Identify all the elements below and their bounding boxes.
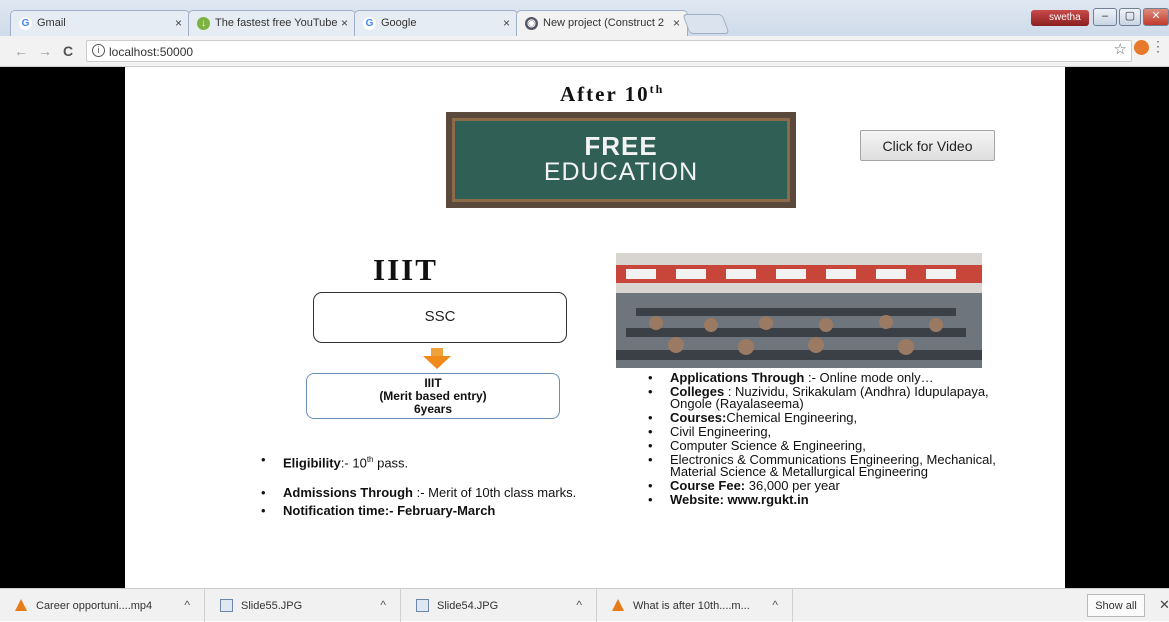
construct-icon: ◉ [525,17,538,30]
download-item[interactable]: Slide54.JPG ^ [401,589,597,622]
chevron-up-icon[interactable]: ^ [380,598,386,612]
free-education-banner: FREE EDUCATION [446,112,796,208]
download-name: Slide54.JPG [437,600,499,612]
merit-box: IIIT (Merit based entry) 6years [306,373,560,419]
list-item: Electronics & Communications Engineering… [642,453,1017,478]
download-item[interactable]: Career opportuni....mp4 ^ [0,589,205,622]
user-profile-button[interactable]: swetha [1031,10,1089,26]
reload-icon[interactable]: C [63,43,73,59]
list-item: Course Fee: 36,000 per year [642,479,1017,492]
list-item: Computer Science & Engineering, [642,439,1017,452]
list-item: Notification time:- February-March [255,504,635,519]
chevron-up-icon[interactable]: ^ [184,598,190,612]
banner-line-2: EDUCATION [543,158,699,186]
list-item: Courses:Chemical Engineering, [642,411,1017,424]
close-icon[interactable]: × [341,16,348,30]
close-icon[interactable]: × [503,16,510,30]
browser-toolbar: ← → C i localhost:50000 ☆ ⋮ [0,36,1169,67]
tab-gmail[interactable]: G Gmail × [10,10,190,36]
new-tab-button[interactable] [682,14,730,34]
merit-line-3: 6years [413,402,453,416]
extension-icon[interactable] [1134,40,1149,55]
tab-new-project[interactable]: ◉ New project (Construct 2 × [516,10,688,36]
list-item: Eligibility:- 10th pass. [255,453,635,470]
gmail-icon: G [19,17,32,30]
chevron-up-icon[interactable]: ^ [576,598,582,612]
right-bullet-list: Applications Through :- Online mode only… [642,371,1017,508]
tab-google[interactable]: G Google × [354,10,518,36]
list-item: Civil Engineering, [642,425,1017,438]
info-icon[interactable]: i [92,44,105,57]
heading-sup: th [649,82,665,96]
minimize-button[interactable]: – [1093,8,1117,26]
section-title: IIIT [373,252,438,287]
download-name: Slide55.JPG [241,600,303,612]
close-icon[interactable]: ✕ [1159,597,1169,613]
banner-line-1: FREE [584,131,658,161]
tab-title: The fastest free YouTube [215,17,338,29]
download-name: What is after 10th....m... [633,600,750,612]
down-arrow-icon [423,348,451,369]
heading-text: After 10 [560,82,650,106]
tab-title: New project (Construct 2 [543,17,665,29]
download-item[interactable]: Slide55.JPG ^ [205,589,401,622]
show-all-button[interactable]: Show all [1087,594,1145,617]
page-title: After 10th [560,82,664,107]
list-item: Colleges : Nuzividu, Srikakulam (Andhra)… [642,385,1017,410]
list-item: Website: www.rgukt.in [642,493,1017,506]
click-for-video-button[interactable]: Click for Video [860,130,995,161]
left-bullet-list: Eligibility:- 10th pass. Admissions Thro… [255,453,635,522]
vlc-icon [15,599,28,612]
slide: After 10th FREE EDUCATION Click for Vide… [125,67,1065,588]
image-file-icon [416,599,429,612]
download-shelf: Career opportuni....mp4 ^ Slide55.JPG ^ … [0,588,1169,622]
download-name: Career opportuni....mp4 [36,600,153,612]
chevron-up-icon[interactable]: ^ [772,598,778,612]
window-close-button[interactable]: ✕ [1143,8,1169,26]
menu-icon[interactable]: ⋮ [1151,38,1165,55]
close-icon[interactable]: × [175,16,182,30]
close-icon[interactable]: × [673,16,680,30]
list-item: Applications Through :- Online mode only… [642,371,1017,384]
exam-hall-photo [616,253,982,368]
back-icon[interactable]: ← [14,43,28,59]
address-bar[interactable]: i localhost:50000 [86,40,1132,62]
browser-titlebar: G Gmail × ↓ The fastest free YouTube × G… [0,0,1169,36]
download-item[interactable]: What is after 10th....m... ^ [597,589,793,622]
bookmark-star-icon[interactable]: ☆ [1114,40,1127,58]
forward-icon[interactable]: → [38,43,52,59]
ssc-box: SSC [313,292,567,343]
chalkboard: FREE EDUCATION [452,118,790,202]
maximize-button[interactable]: ▢ [1119,8,1141,26]
vlc-icon [612,599,625,612]
tab-title: Gmail [37,17,66,29]
tab-youtube-downloader[interactable]: ↓ The fastest free YouTube × [188,10,356,36]
image-file-icon [220,599,233,612]
user-name: swetha [1049,12,1081,23]
list-item: Admissions Through :- Merit of 10th clas… [255,486,635,501]
page-viewport: After 10th FREE EDUCATION Click for Vide… [0,67,1169,588]
download-icon: ↓ [197,17,210,30]
url-text: localhost:50000 [109,45,194,59]
google-icon: G [363,17,376,30]
tab-title: Google [381,17,417,29]
